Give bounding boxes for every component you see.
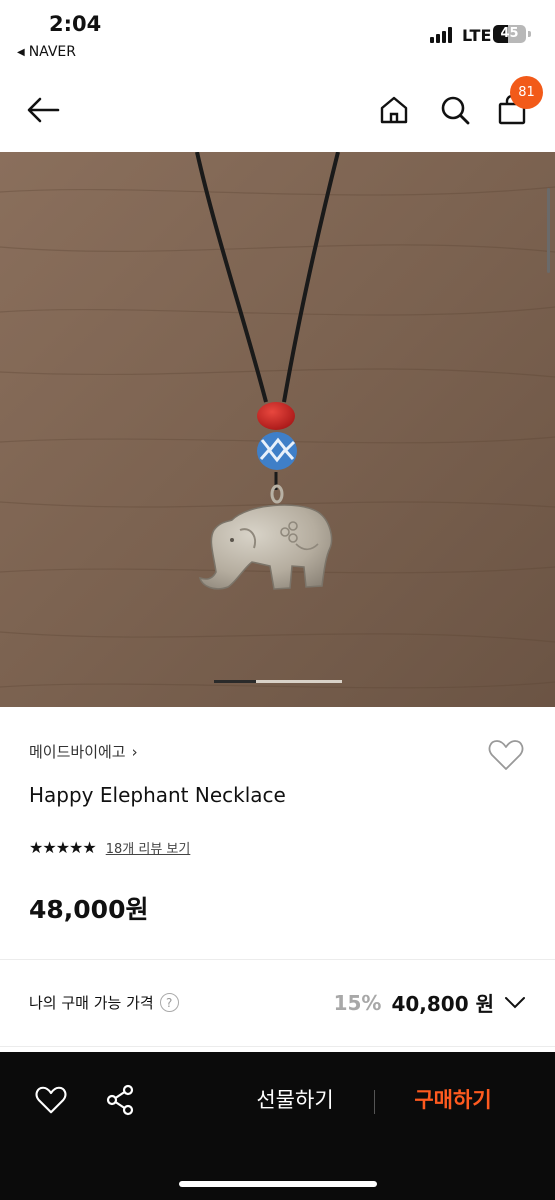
- help-icon[interactable]: ?: [159, 993, 179, 1012]
- status-time: 2:04: [49, 12, 102, 36]
- bottom-action-bar: 선물하기 구매하기: [0, 1052, 555, 1200]
- battery-level: 45: [500, 26, 519, 41]
- back-triangle-icon: ◀: [17, 46, 25, 58]
- button-separator: [374, 1090, 375, 1114]
- discount-percent: 15%: [333, 990, 382, 1015]
- brand-link[interactable]: 메이드바이에고 ›: [29, 741, 138, 762]
- brand-name: 메이드바이에고: [29, 743, 126, 761]
- reviews-link[interactable]: 18개 리뷰 보기: [106, 838, 191, 857]
- home-icon: [380, 96, 408, 124]
- product-image[interactable]: [0, 152, 555, 707]
- heart-icon: [488, 740, 524, 770]
- product-price: 48,000원: [29, 895, 149, 924]
- discounted-price: 40,800 원: [391, 992, 494, 1016]
- status-bar: 2:04 ◀ NAVER LTE 45: [0, 0, 555, 72]
- elephant-necklace-photo: [0, 152, 555, 707]
- product-title: Happy Elephant Necklace: [29, 783, 286, 807]
- my-price-row[interactable]: 나의 구매 가능 가격 ? 15% 40,800 원: [0, 960, 555, 1048]
- like-button[interactable]: [33, 1082, 69, 1118]
- home-button[interactable]: [372, 88, 416, 132]
- share-icon: [106, 1084, 134, 1116]
- wishlist-button[interactable]: [486, 735, 526, 775]
- search-icon: [441, 96, 470, 125]
- gallery-indicator: [214, 680, 342, 683]
- star-rating: ★★★★★: [29, 838, 97, 857]
- chevron-down-icon: [505, 996, 525, 1008]
- my-price-toggle[interactable]: 15% 40,800 원: [334, 988, 526, 1017]
- image-scroll-hint: [547, 188, 550, 273]
- battery-icon: 45: [493, 25, 526, 43]
- home-indicator[interactable]: [179, 1181, 377, 1187]
- heart-icon: [35, 1086, 67, 1114]
- my-price-label-group: 나의 구매 가능 가격 ?: [29, 992, 179, 1013]
- rating-row: ★★★★★ 18개 리뷰 보기: [29, 838, 190, 857]
- signal-icon: [430, 27, 456, 43]
- back-to-app-link[interactable]: ◀ NAVER: [17, 44, 76, 60]
- back-arrow-icon: [27, 97, 60, 123]
- share-button[interactable]: [102, 1082, 138, 1118]
- my-price-label: 나의 구매 가능 가격: [29, 994, 154, 1012]
- gift-button[interactable]: 선물하기: [230, 1084, 360, 1114]
- back-app-label: NAVER: [28, 44, 77, 60]
- chevron-right-icon: ›: [131, 742, 138, 761]
- battery-tip: [528, 31, 531, 37]
- search-button[interactable]: [433, 88, 477, 132]
- buy-button[interactable]: 구매하기: [388, 1084, 518, 1114]
- network-label: LTE: [462, 26, 492, 45]
- cart-count-badge: 81: [510, 76, 543, 109]
- back-button[interactable]: [21, 88, 65, 132]
- top-navigation: [0, 72, 555, 152]
- divider: [0, 1046, 555, 1047]
